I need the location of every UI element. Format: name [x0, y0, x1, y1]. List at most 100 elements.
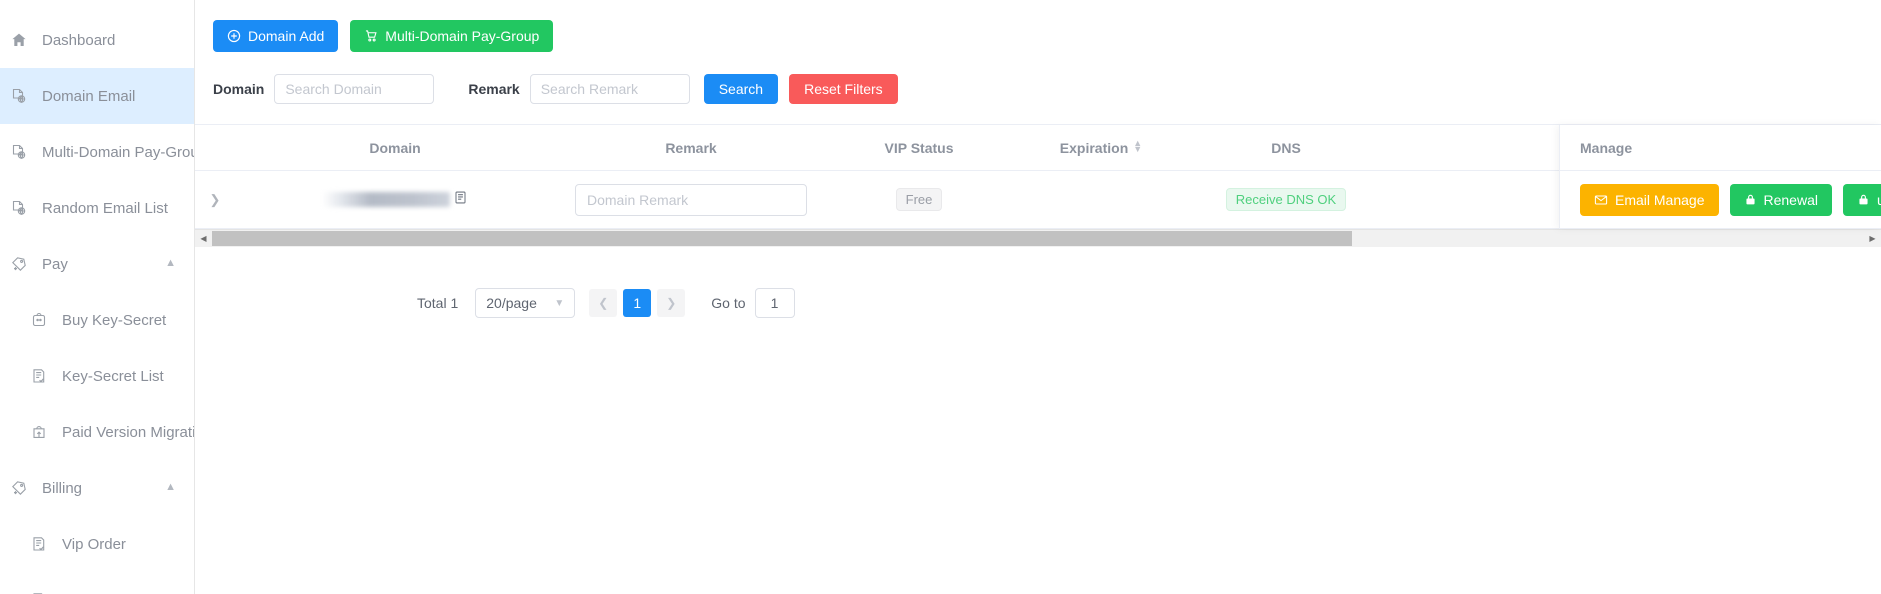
dns-status-badge: Receive DNS OK [1225, 188, 1347, 211]
row-expand-cell: ❯ [195, 192, 235, 208]
chevron-down-icon: ▼ [554, 297, 565, 309]
redaction-blur [322, 192, 450, 207]
column-header-manage: Manage [1560, 125, 1881, 171]
prev-page-button[interactable]: ❮ [589, 289, 618, 317]
renewal-label: Renewal [1763, 191, 1818, 208]
domain-table: Domain Remark VIP Status Expiration ▲ ▼ D… [195, 124, 1881, 229]
main-content: Domain Add Multi-Domain Pay-Group Domain… [195, 0, 1881, 594]
tag-plus-icon [6, 256, 32, 272]
sidebar-item-dashboard[interactable]: Dashboard [0, 12, 194, 68]
sidebar-group-pay[interactable]: Pay ▲ [0, 236, 194, 292]
cell-domain [235, 190, 555, 210]
multi-domain-pay-group-button[interactable]: Multi-Domain Pay-Group [350, 20, 554, 52]
sidebar-item-label: Multi-Domain Pay-Group [42, 143, 195, 161]
sidebar: Dashboard Domain Email Multi-Domain Pay-… [0, 0, 195, 594]
collapse-up-icon[interactable]: ▲ [165, 257, 176, 269]
filter-bar: Domain Remark Search Reset Filters [195, 52, 1881, 104]
list-check-icon [26, 368, 52, 384]
next-page-button[interactable]: ❯ [657, 289, 686, 317]
domain-add-button[interactable]: Domain Add [213, 20, 339, 52]
document-globe-icon [6, 88, 32, 104]
upgrade-label: upgrade [1876, 191, 1881, 208]
domain-remark-input[interactable] [575, 183, 807, 216]
goto-label: Go to [711, 295, 746, 311]
collapse-up-icon[interactable]: ▲ [165, 481, 176, 493]
sidebar-item-random-email-list[interactable]: Random Email List [0, 180, 194, 236]
column-header-expiration[interactable]: Expiration ▲ ▼ [1011, 138, 1191, 156]
document-globe-icon [6, 144, 32, 160]
column-header-domain: Domain [369, 139, 421, 156]
lock-icon [1744, 193, 1757, 206]
search-remark-input[interactable] [529, 74, 690, 104]
tag-plus-icon [6, 480, 32, 496]
scrollbar-thumb[interactable] [212, 230, 1352, 246]
envelope-icon [1594, 193, 1608, 207]
renewal-button[interactable]: Renewal [1729, 183, 1832, 216]
domain-add-label: Domain Add [248, 28, 325, 44]
sidebar-item-label: Buy Key-Secret [62, 311, 167, 329]
chevron-left-icon: ❮ [598, 296, 609, 310]
sidebar-item-multi-domain-pay-group[interactable]: Multi-Domain Pay-Group [0, 124, 194, 180]
sidebar-item-label: Random Email List [42, 199, 168, 217]
triangle-right-icon[interactable]: ▶ [1864, 229, 1881, 247]
sidebar-item-label: Paid Version Migration [62, 423, 194, 441]
cell-remark [555, 183, 827, 216]
sidebar-item-label: Domain Email [42, 87, 136, 105]
cart-icon [364, 29, 378, 43]
chevron-right-icon: ❯ [666, 296, 677, 310]
reset-filters-label: Reset Filters [804, 81, 883, 97]
pagination-bar: Total 1 20/page ▼ ❮ 1 ❯ Go to [195, 246, 1881, 318]
bag-upload-icon [26, 424, 52, 440]
sidebar-item-key-secret-list[interactable]: Key-Secret List [0, 348, 194, 404]
sidebar-group-label: Pay [42, 255, 68, 273]
list-check-icon [26, 536, 52, 552]
sidebar-group-label: Billing [42, 479, 83, 497]
document-globe-icon [6, 200, 32, 216]
triangle-left-icon[interactable]: ◀ [195, 229, 212, 247]
domain-filter-label: Domain [213, 81, 265, 97]
sidebar-item-paid-version-migration[interactable]: Paid Version Migration [0, 404, 194, 460]
sidebar-item-vip-order[interactable]: Vip Order [0, 516, 194, 572]
lock-icon [1857, 193, 1870, 206]
cell-dns: Receive DNS OK [1191, 188, 1381, 211]
email-manage-button[interactable]: Email Manage [1580, 183, 1719, 216]
home-icon [6, 32, 32, 48]
sidebar-item-label: Dashboard [42, 31, 116, 49]
goto-page-input[interactable] [754, 288, 795, 318]
plus-circle-icon [227, 29, 241, 43]
column-header-dns: DNS [1271, 139, 1301, 156]
sidebar-group-billing[interactable]: Billing ▲ [0, 460, 194, 516]
action-toolbar: Domain Add Multi-Domain Pay-Group [195, 0, 1881, 52]
total-count-label: Total 1 [417, 295, 459, 311]
manage-fixed-column: Manage Email Manage Renewal u [1559, 125, 1881, 229]
search-button-label: Search [718, 81, 764, 97]
multi-domain-pay-group-label: Multi-Domain Pay-Group [385, 28, 540, 44]
sidebar-item-domain-email[interactable]: Domain Email [0, 68, 194, 124]
sidebar-item-key-secret-order[interactable]: Key-Secret Order [0, 572, 194, 594]
page-size-value: 20/page [486, 295, 537, 311]
domain-value-redacted [322, 190, 468, 210]
email-manage-label: Email Manage [1615, 191, 1705, 208]
chevron-right-icon[interactable]: ❯ [210, 192, 221, 208]
remark-filter-label: Remark [468, 81, 520, 97]
search-domain-input[interactable] [274, 74, 435, 104]
column-header-remark: Remark [665, 139, 717, 156]
sidebar-item-buy-key-secret[interactable]: Buy Key-Secret [0, 292, 194, 348]
scrollbar-track[interactable] [212, 229, 1864, 247]
upgrade-button[interactable]: upgrade [1842, 183, 1881, 216]
search-button[interactable]: Search [703, 74, 779, 104]
manage-actions-cell: Email Manage Renewal u [1560, 171, 1881, 229]
column-header-vip-status: VIP Status [884, 139, 954, 156]
page-number-1[interactable]: 1 [623, 289, 652, 317]
horizontal-scrollbar[interactable]: ◀ ▶ [195, 229, 1881, 247]
app-root: Dashboard Domain Email Multi-Domain Pay-… [0, 0, 1881, 594]
page-size-select[interactable]: 20/page ▼ [475, 288, 576, 318]
copy-document-icon[interactable] [453, 190, 468, 210]
sort-icon[interactable]: ▲ ▼ [1133, 138, 1142, 156]
reset-filters-button[interactable]: Reset Filters [789, 74, 898, 104]
cell-vip-status: Free [827, 188, 1011, 211]
vip-status-badge: Free [895, 188, 943, 211]
sidebar-item-label: Vip Order [62, 535, 126, 553]
bag-icon [26, 312, 52, 328]
sidebar-item-label: Key-Secret List [62, 367, 164, 385]
